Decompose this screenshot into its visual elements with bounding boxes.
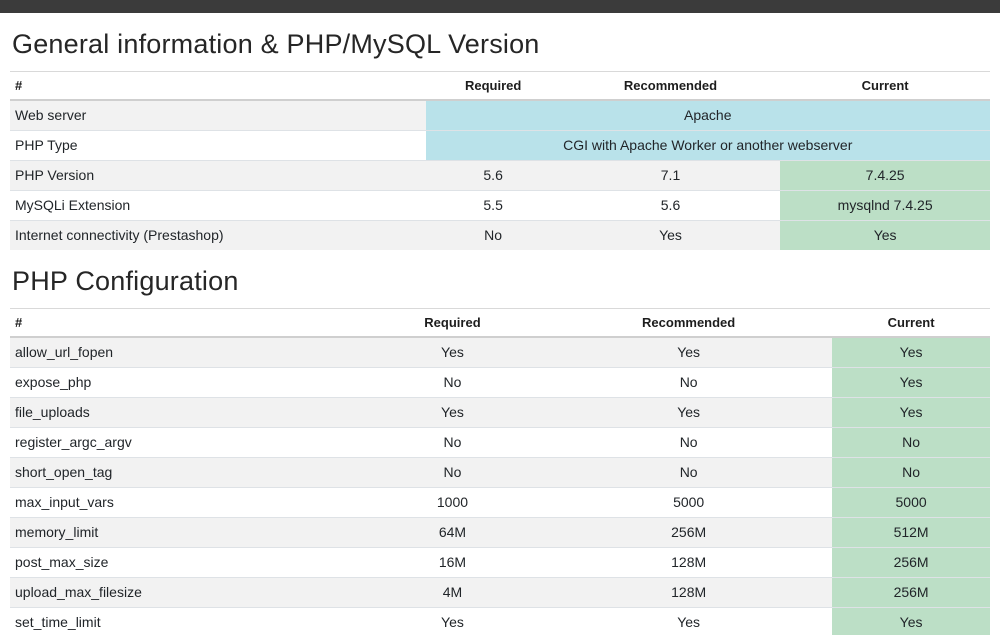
table-header-row: # Required Recommended Current xyxy=(10,309,990,338)
row-label: file_uploads xyxy=(10,397,360,427)
row-label: PHP Type xyxy=(10,130,426,160)
current-value: 5000 xyxy=(832,487,990,517)
row-label: upload_max_filesize xyxy=(10,577,360,607)
recommended-value: 7.1 xyxy=(561,160,781,190)
required-value: Yes xyxy=(360,337,545,367)
table-row: Internet connectivity (Prestashop) No Ye… xyxy=(10,220,990,250)
table-row: memory_limit 64M 256M 512M xyxy=(10,517,990,547)
row-label: register_argc_argv xyxy=(10,427,360,457)
table-row: register_argc_argv No No No xyxy=(10,427,990,457)
table-row: set_time_limit Yes Yes Yes xyxy=(10,607,990,635)
section-title-general: General information & PHP/MySQL Version xyxy=(12,29,990,60)
row-label: Internet connectivity (Prestashop) xyxy=(10,220,426,250)
current-value: 512M xyxy=(832,517,990,547)
required-value: 16M xyxy=(360,547,545,577)
recommended-value: Yes xyxy=(545,337,832,367)
current-value: Yes xyxy=(832,337,990,367)
current-value: Yes xyxy=(832,607,990,635)
required-value: 4M xyxy=(360,577,545,607)
current-value: No xyxy=(832,457,990,487)
current-value: 7.4.25 xyxy=(780,160,990,190)
current-value: Yes xyxy=(832,367,990,397)
current-value: Yes xyxy=(832,397,990,427)
required-value: No xyxy=(360,367,545,397)
row-label: max_input_vars xyxy=(10,487,360,517)
current-value: 256M xyxy=(832,547,990,577)
column-header-required: Required xyxy=(426,72,561,101)
required-value: Yes xyxy=(360,397,545,427)
recommended-value: No xyxy=(545,457,832,487)
section-title-php-config: PHP Configuration xyxy=(12,266,990,297)
table-row: allow_url_fopen Yes Yes Yes xyxy=(10,337,990,367)
row-label: PHP Version xyxy=(10,160,426,190)
required-value: 1000 xyxy=(360,487,545,517)
row-label: set_time_limit xyxy=(10,607,360,635)
row-label: MySQLi Extension xyxy=(10,190,426,220)
required-value: Yes xyxy=(360,607,545,635)
general-info-table: # Required Recommended Current Web serve… xyxy=(10,71,990,250)
recommended-value: No xyxy=(545,367,832,397)
current-value: 256M xyxy=(832,577,990,607)
column-header-current: Current xyxy=(780,72,990,101)
column-header-recommended: Recommended xyxy=(545,309,832,338)
table-row: MySQLi Extension 5.5 5.6 mysqlnd 7.4.25 xyxy=(10,190,990,220)
recommended-value: Yes xyxy=(545,607,832,635)
current-value: mysqlnd 7.4.25 xyxy=(780,190,990,220)
column-header-required: Required xyxy=(360,309,545,338)
row-label: post_max_size xyxy=(10,547,360,577)
current-value: Yes xyxy=(780,220,990,250)
recommended-value: 5000 xyxy=(545,487,832,517)
row-label: memory_limit xyxy=(10,517,360,547)
column-header-current: Current xyxy=(832,309,990,338)
table-row: max_input_vars 1000 5000 5000 xyxy=(10,487,990,517)
recommended-value: 128M xyxy=(545,547,832,577)
recommended-value: 5.6 xyxy=(561,190,781,220)
column-header-recommended: Recommended xyxy=(561,72,781,101)
table-header-row: # Required Recommended Current xyxy=(10,72,990,101)
row-label: allow_url_fopen xyxy=(10,337,360,367)
row-label: Web server xyxy=(10,100,426,130)
required-value: No xyxy=(360,457,545,487)
required-value: 5.5 xyxy=(426,190,561,220)
recommended-value: Yes xyxy=(561,220,781,250)
recommended-value: No xyxy=(545,427,832,457)
column-header-hash: # xyxy=(10,72,426,101)
table-row: upload_max_filesize 4M 128M 256M xyxy=(10,577,990,607)
span-value: CGI with Apache Worker or another webser… xyxy=(426,130,990,160)
php-config-table: # Required Recommended Current allow_url… xyxy=(10,308,990,635)
current-value: No xyxy=(832,427,990,457)
recommended-value: Yes xyxy=(545,397,832,427)
table-row: Web server Apache xyxy=(10,100,990,130)
table-row: expose_php No No Yes xyxy=(10,367,990,397)
recommended-value: 128M xyxy=(545,577,832,607)
table-row: PHP Version 5.6 7.1 7.4.25 xyxy=(10,160,990,190)
table-row: file_uploads Yes Yes Yes xyxy=(10,397,990,427)
recommended-value: 256M xyxy=(545,517,832,547)
column-header-hash: # xyxy=(10,309,360,338)
required-value: 64M xyxy=(360,517,545,547)
table-row: PHP Type CGI with Apache Worker or anoth… xyxy=(10,130,990,160)
row-label: expose_php xyxy=(10,367,360,397)
table-row: post_max_size 16M 128M 256M xyxy=(10,547,990,577)
span-value: Apache xyxy=(426,100,990,130)
page-content: General information & PHP/MySQL Version … xyxy=(0,29,1000,635)
required-value: No xyxy=(426,220,561,250)
required-value: 5.6 xyxy=(426,160,561,190)
required-value: No xyxy=(360,427,545,457)
window-chrome-bar xyxy=(0,0,1000,13)
table-row: short_open_tag No No No xyxy=(10,457,990,487)
row-label: short_open_tag xyxy=(10,457,360,487)
